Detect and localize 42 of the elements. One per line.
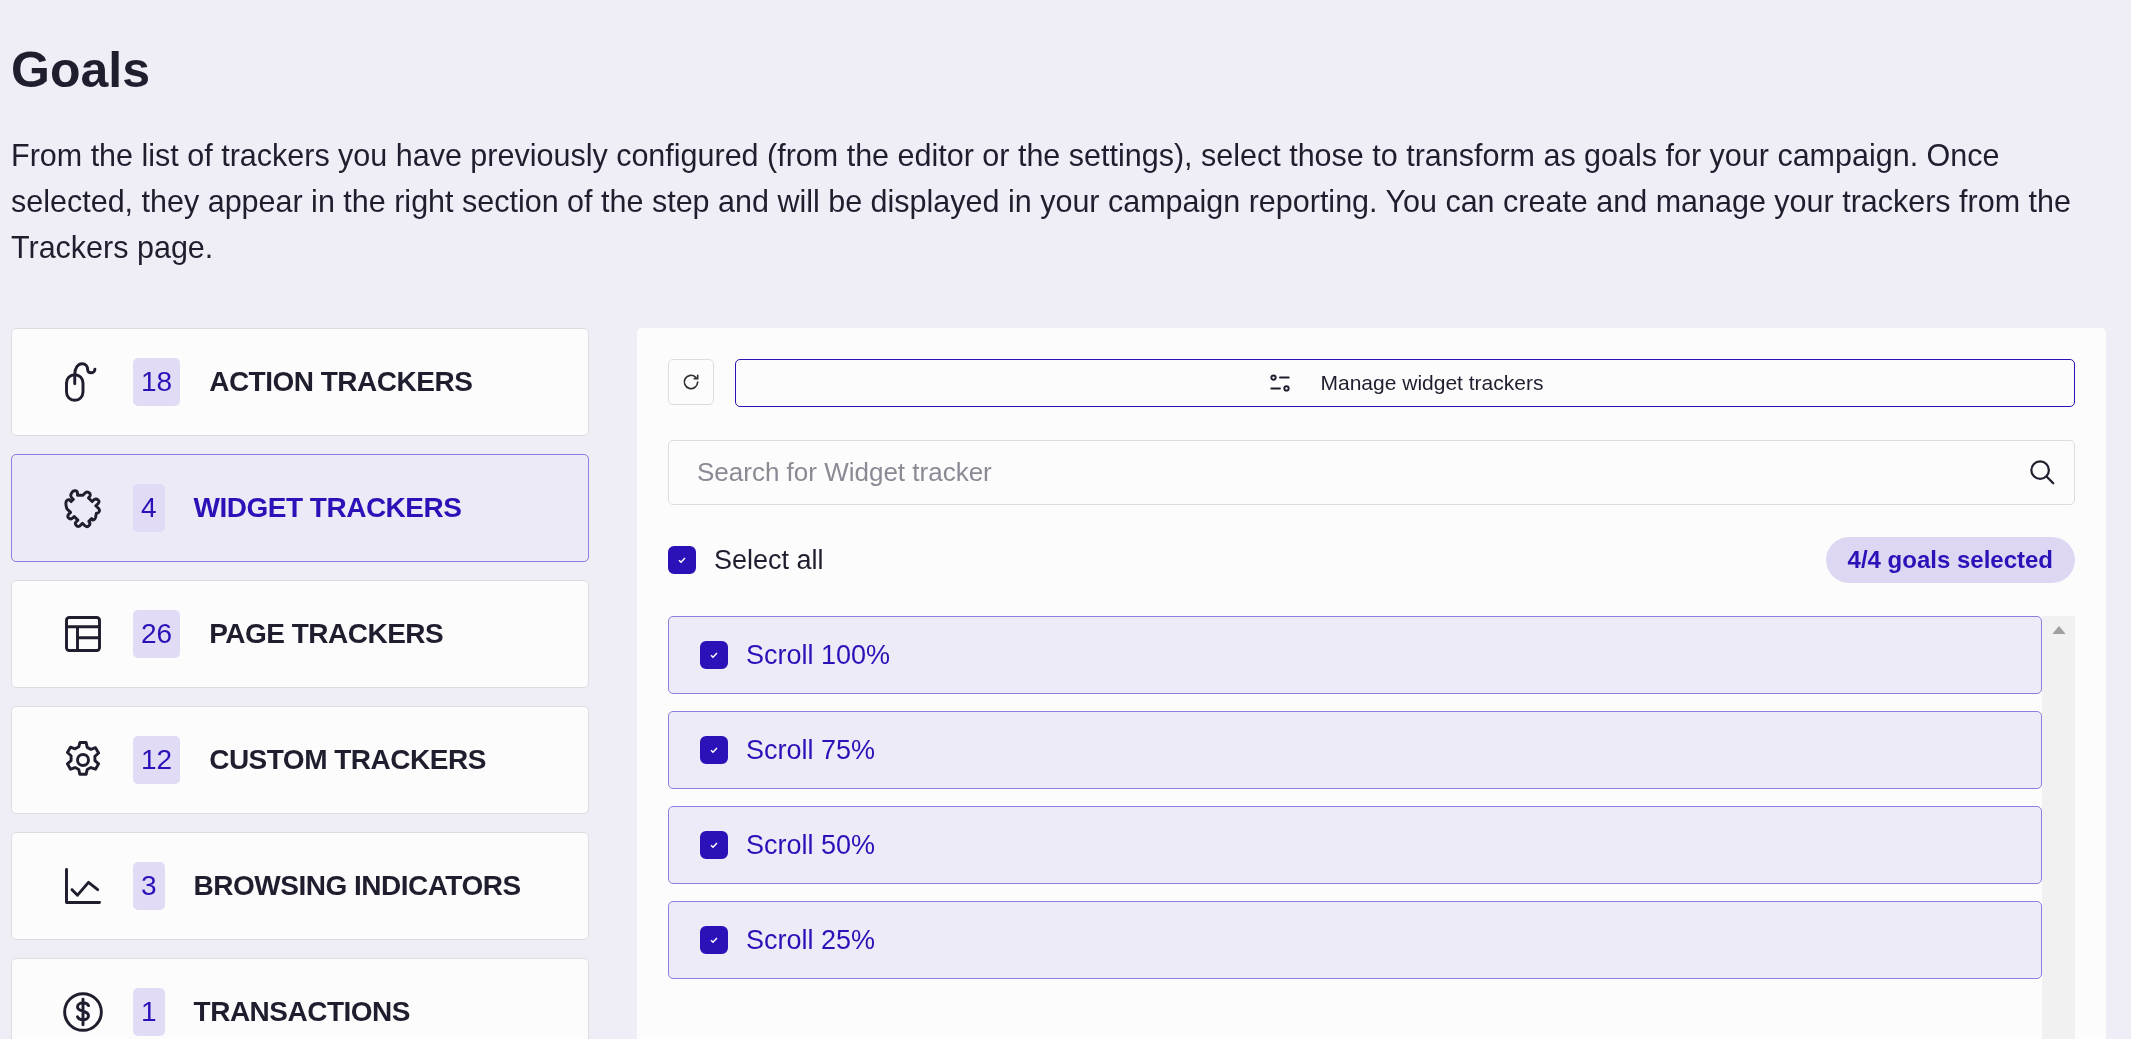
search-icon[interactable]: [2027, 457, 2057, 487]
refresh-button[interactable]: [668, 359, 714, 405]
goal-item[interactable]: Scroll 25%: [668, 901, 2042, 979]
goal-checkbox[interactable]: [700, 831, 728, 859]
category-item[interactable]: 3 BROWSING INDICATORS: [11, 832, 589, 940]
count-badge: 3: [133, 862, 165, 910]
category-label: CUSTOM TRACKERS: [209, 744, 486, 776]
category-label: PAGE TRACKERS: [209, 618, 444, 650]
scrollbar[interactable]: [2042, 616, 2075, 1039]
goal-checkbox[interactable]: [700, 641, 728, 669]
category-item[interactable]: 12 CUSTOM TRACKERS: [11, 706, 589, 814]
goal-label: Scroll 75%: [746, 734, 876, 766]
goal-item[interactable]: Scroll 75%: [668, 711, 2042, 789]
count-badge: 18: [133, 358, 181, 406]
count-badge: 1: [133, 988, 165, 1036]
count-badge: 12: [133, 736, 181, 784]
page-description: From the list of trackers you have previously configured (from the editor or the settings), select those to transform as goals for your campaign. Once selected, they appear in the right section of the step and will be displayed in your campaign reporting. You can create and manage your trackers from the Trackers page.: [11, 137, 2072, 267]
goal-item[interactable]: Scroll 50%: [668, 806, 2042, 884]
category-label: WIDGET TRACKERS: [193, 492, 462, 524]
category-label: TRANSACTIONS: [193, 996, 411, 1028]
category-item[interactable]: 4 WIDGET TRACKERS: [11, 454, 589, 562]
category-label: BROWSING INDICATORS: [193, 870, 521, 902]
manage-trackers-button[interactable]: Manage widget trackers: [735, 359, 2075, 407]
goal-label: Scroll 50%: [746, 829, 876, 861]
selected-count-badge: 4/4 goals selected: [1825, 537, 2075, 583]
select-all-label: Select all: [714, 544, 824, 576]
refresh-icon: [681, 372, 701, 392]
goal-item[interactable]: Scroll 100%: [668, 616, 2042, 694]
select-all-checkbox[interactable]: [668, 546, 696, 574]
goal-label: Scroll 25%: [746, 924, 876, 956]
goal-checkbox[interactable]: [700, 736, 728, 764]
page-title: Goals: [11, 41, 151, 100]
category-item[interactable]: 18 ACTION TRACKERS: [11, 328, 589, 436]
count-badge: 4: [133, 484, 165, 532]
goal-checkbox[interactable]: [700, 926, 728, 954]
category-label: ACTION TRACKERS: [209, 366, 473, 398]
goal-label: Scroll 100%: [746, 639, 891, 671]
search-field[interactable]: Search for Widget tracker: [668, 440, 2075, 505]
category-item[interactable]: 26 PAGE TRACKERS: [11, 580, 589, 688]
category-item[interactable]: 1 TRANSACTIONS: [11, 958, 589, 1039]
count-badge: 26: [133, 610, 181, 658]
dollar-icon: [61, 990, 105, 1034]
